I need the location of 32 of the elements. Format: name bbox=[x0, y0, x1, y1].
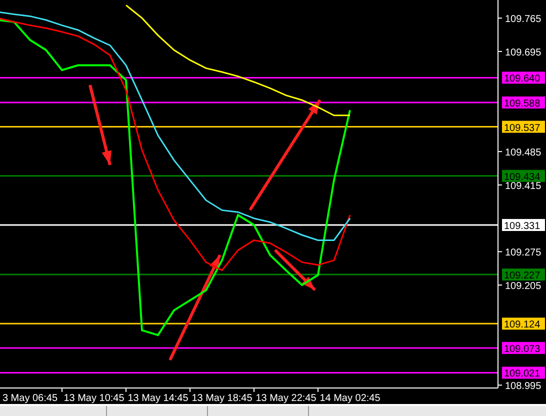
axis-label: 13 May 22:45 bbox=[256, 393, 316, 404]
price-tag: 109.073 bbox=[502, 342, 545, 355]
price-tag: 109.640 bbox=[502, 72, 545, 85]
ref-line-label: 109.588 bbox=[504, 98, 541, 110]
price-tag: 109.537 bbox=[502, 120, 545, 134]
ref-line-label: 109.073 bbox=[504, 344, 541, 355]
axis-label: 109.765 bbox=[505, 14, 542, 26]
axis-label: 13 May 10:45 bbox=[64, 393, 124, 404]
price-tag: 109.434 bbox=[502, 170, 545, 183]
axis-label: 109.415 bbox=[505, 180, 542, 192]
axis-label: 3 May 06:45 bbox=[2, 393, 58, 404]
arrow bbox=[274, 248, 316, 292]
price-tag: 109.021 bbox=[502, 366, 545, 380]
price-tag: 109.227 bbox=[502, 268, 545, 282]
axis-label: 109.205 bbox=[505, 281, 542, 292]
ref-line-label: 109.227 bbox=[504, 270, 541, 282]
axis-label: 13 May 14:45 bbox=[128, 393, 188, 404]
ref-line-label: 109.124 bbox=[504, 320, 541, 331]
axis-label: 108.995 bbox=[505, 381, 542, 392]
price-tag: 109.331 bbox=[502, 218, 545, 232]
price-tag: 109.588 bbox=[502, 96, 545, 110]
ref-line-label: 109.331 bbox=[504, 220, 541, 232]
ref-line-label: 109.434 bbox=[504, 172, 541, 183]
axis-label: 13 May 18:45 bbox=[192, 393, 252, 404]
axis-label: 109.275 bbox=[505, 248, 542, 259]
axis-label: 14 May 02:45 bbox=[320, 393, 380, 404]
price-tag: 109.124 bbox=[502, 318, 545, 331]
axis-label: 109.485 bbox=[505, 148, 542, 159]
ref-line-label: 109.021 bbox=[504, 368, 541, 380]
axis-label: 109.695 bbox=[505, 47, 542, 58]
ref-line-label: 109.537 bbox=[504, 122, 541, 134]
ref-line-label: 109.640 bbox=[504, 74, 541, 85]
